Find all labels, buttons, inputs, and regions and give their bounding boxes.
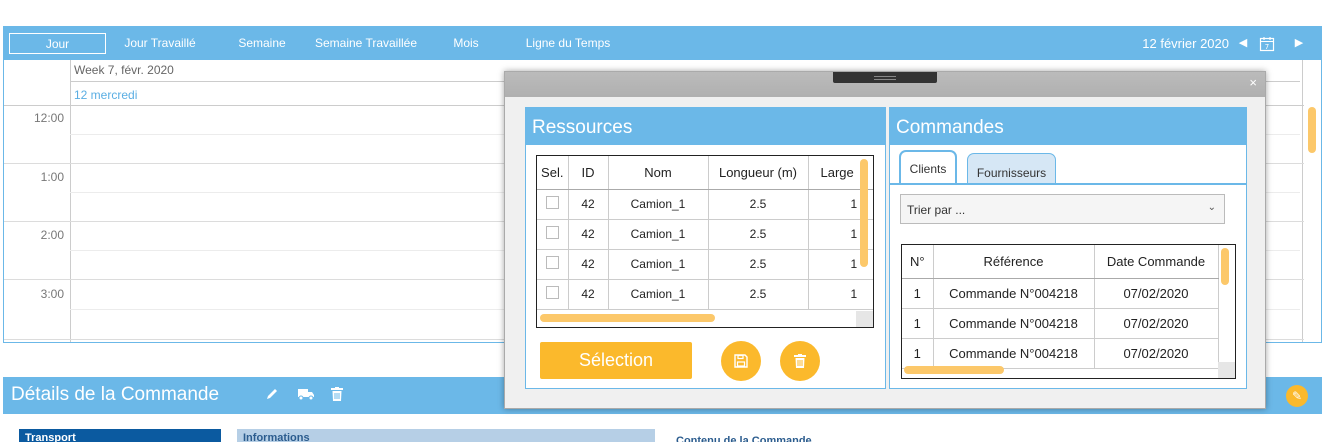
cell-longueur: 2.5: [708, 279, 809, 310]
modal-titlebar[interactable]: ×: [505, 72, 1265, 97]
col-header-date[interactable]: Date Commande: [1094, 245, 1219, 279]
table-row[interactable]: 1 Commande N°004218 07/02/2020: [902, 308, 1219, 339]
resources-grid: Sel. ID Nom Longueur (m) Large 42 Camion…: [536, 155, 874, 328]
cell-longueur: 2.5: [708, 249, 809, 280]
table-row[interactable]: 42 Camion_1 2.5 1: [537, 219, 873, 250]
table-row[interactable]: 1 Commande N°004218 07/02/2020: [902, 338, 1219, 369]
cell-reference: Commande N°004218: [933, 278, 1095, 309]
cell-number: 1: [902, 338, 934, 369]
cell-large: 1: [808, 279, 873, 310]
col-header-sel[interactable]: Sel.: [537, 156, 569, 190]
time-gutter-divider: [70, 60, 71, 342]
transport-tab[interactable]: Transport: [19, 429, 221, 442]
chevron-right-icon[interactable]: ▶: [1291, 33, 1307, 54]
cell-longueur: 2.5: [708, 189, 809, 220]
view-week-button[interactable]: Semaine: [232, 33, 292, 54]
resource-selection-modal: × Ressources Sel. ID Nom Longueur (m) La…: [504, 71, 1266, 409]
orders-grid: N° Référence Date Commande 1 Commande N°…: [901, 244, 1236, 379]
cell-date: 07/02/2020: [1094, 338, 1219, 369]
cell-id: 42: [568, 189, 609, 220]
trash-icon[interactable]: [331, 387, 343, 404]
row-select-checkbox[interactable]: [545, 196, 559, 209]
chevron-left-icon[interactable]: ◀: [1235, 33, 1251, 54]
view-workweek-button[interactable]: Semaine Travaillée: [310, 33, 422, 54]
cell-nom: Camion_1: [608, 249, 709, 280]
tab-underline: [890, 183, 1246, 185]
scroll-corner: [856, 311, 873, 327]
cell-date: 07/02/2020: [1094, 308, 1219, 339]
row-select-checkbox[interactable]: [545, 286, 559, 299]
save-icon[interactable]: [721, 341, 761, 381]
tab-fournisseurs[interactable]: Fournisseurs: [967, 153, 1056, 184]
resources-title: Ressources: [526, 108, 885, 145]
time-label: 12:00: [33, 111, 64, 125]
row-select-checkbox[interactable]: [545, 226, 559, 239]
sort-dropdown[interactable]: Trier par ... ⌄: [900, 194, 1225, 224]
horizontal-scrollbar[interactable]: [904, 366, 1004, 374]
time-label: 3:00: [40, 287, 64, 301]
col-header-reference[interactable]: Référence: [933, 245, 1095, 279]
current-date-label: 12 février 2020: [1142, 36, 1229, 51]
horizontal-scrollbar[interactable]: [540, 314, 715, 322]
pin-icon[interactable]: ✎: [1286, 385, 1308, 407]
view-month-button[interactable]: Mois: [448, 33, 484, 54]
cell-number: 1: [902, 308, 934, 339]
vertical-scrollbar[interactable]: [1221, 248, 1229, 285]
time-label: 2:00: [40, 228, 64, 242]
cell-longueur: 2.5: [708, 219, 809, 250]
truck-icon[interactable]: [297, 387, 315, 404]
cell-number: 1: [902, 278, 934, 309]
view-timeline-button[interactable]: Ligne du Temps: [520, 33, 616, 54]
chevron-down-icon: ⌄: [1207, 202, 1216, 213]
sort-placeholder: Trier par ...: [907, 203, 966, 217]
row-select-checkbox[interactable]: [545, 256, 559, 269]
col-header-number[interactable]: N°: [902, 245, 934, 279]
view-workday-button[interactable]: Jour Travaillé: [118, 33, 202, 54]
day-header[interactable]: 12 mercredi: [74, 88, 137, 102]
calendar-icon[interactable]: 7: [1257, 33, 1277, 54]
col-header-id[interactable]: ID: [568, 156, 609, 190]
cell-id: 42: [568, 219, 609, 250]
pencil-icon[interactable]: [265, 387, 279, 404]
cell-id: 42: [568, 249, 609, 280]
orders-panel: Commandes Clients Fournisseurs Trier par…: [889, 107, 1247, 389]
close-icon[interactable]: ×: [1249, 75, 1257, 90]
orders-title: Commandes: [890, 108, 1246, 145]
cell-id: 42: [568, 279, 609, 310]
drag-handle[interactable]: [833, 72, 937, 83]
cell-nom: Camion_1: [608, 279, 709, 310]
tab-clients[interactable]: Clients: [899, 150, 957, 185]
view-day-button[interactable]: Jour: [9, 33, 106, 54]
cell-reference: Commande N°004218: [933, 338, 1095, 369]
col-header-nom[interactable]: Nom: [608, 156, 709, 190]
right-divider: [1302, 60, 1303, 342]
resources-panel: Ressources Sel. ID Nom Longueur (m) Larg…: [525, 107, 886, 389]
cell-nom: Camion_1: [608, 219, 709, 250]
trash-icon[interactable]: [780, 341, 820, 381]
scroll-corner: [1218, 362, 1235, 378]
informations-tab[interactable]: Informations: [237, 429, 655, 442]
time-label: 1:00: [40, 170, 64, 184]
order-content-label: Contenu de la Commande: [676, 435, 812, 442]
cell-nom: Camion_1: [608, 189, 709, 220]
view-toolbar: Jour Jour Travaillé Semaine Semaine Trav…: [4, 27, 1321, 60]
cell-reference: Commande N°004218: [933, 308, 1095, 339]
week-label: Week 7, févr. 2020: [74, 63, 174, 77]
table-row[interactable]: 42 Camion_1 2.5 1: [537, 189, 873, 220]
col-header-longueur[interactable]: Longueur (m): [708, 156, 809, 190]
table-row[interactable]: 1 Commande N°004218 07/02/2020: [902, 278, 1219, 309]
details-title: Détails de la Commande: [11, 384, 220, 405]
svg-text:7: 7: [1265, 43, 1269, 51]
cell-date: 07/02/2020: [1094, 278, 1219, 309]
vertical-scrollbar[interactable]: [860, 159, 868, 267]
table-row[interactable]: 42 Camion_1 2.5 1: [537, 279, 873, 310]
selection-button[interactable]: Sélection: [540, 342, 692, 379]
table-row[interactable]: 42 Camion_1 2.5 1: [537, 249, 873, 280]
scheduler-scrollbar[interactable]: [1308, 107, 1316, 153]
